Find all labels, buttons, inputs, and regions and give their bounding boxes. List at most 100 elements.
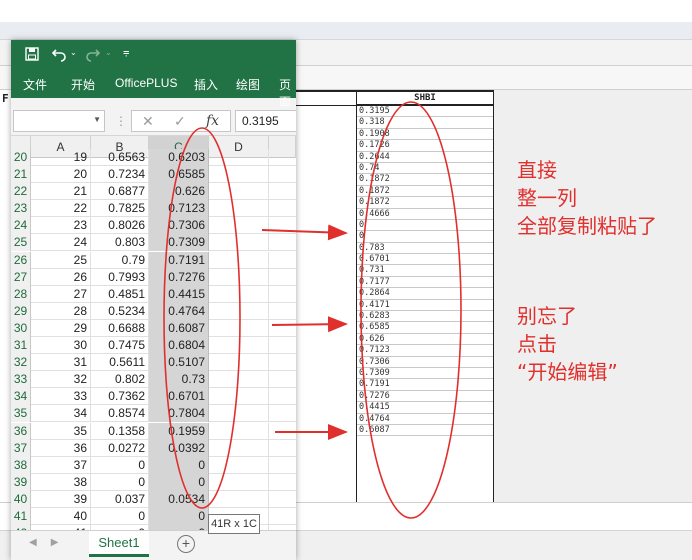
cell-a[interactable]: 21 (31, 183, 91, 201)
cell-a[interactable]: 24 (31, 234, 91, 252)
redo-icon[interactable] (85, 46, 101, 62)
redo-dropdown-icon[interactable]: ⌄ (105, 48, 112, 57)
cell-d[interactable] (209, 319, 269, 337)
row-header[interactable]: 26 (11, 251, 31, 269)
cell-c[interactable]: 0.4764 (149, 302, 209, 320)
cell-b[interactable]: 0 (91, 456, 149, 474)
cell-a[interactable]: 25 (31, 251, 91, 269)
row-header[interactable]: 41 (11, 508, 31, 525)
row-header[interactable]: 22 (11, 183, 31, 201)
cell-d[interactable] (209, 285, 269, 303)
row-header[interactable]: 31 (11, 337, 31, 354)
undo-icon[interactable] (51, 46, 67, 62)
cell-d[interactable] (209, 217, 269, 235)
cell-d[interactable] (209, 183, 269, 201)
cell-d[interactable] (209, 354, 269, 372)
cell-d[interactable] (209, 490, 269, 508)
cell-b[interactable]: 0 (91, 508, 149, 525)
save-icon[interactable] (25, 47, 39, 61)
cell-b[interactable]: 0.6688 (91, 319, 149, 337)
name-box[interactable]: ▼ (13, 110, 105, 132)
cell-d[interactable] (209, 473, 269, 491)
shbi-data-column[interactable]: SHBI 0.3195 0.318 0.1908 0.1726 0.2644 0.74 0.… (356, 90, 494, 502)
cell-b[interactable]: 0.79 (91, 251, 149, 269)
row-header[interactable]: 27 (11, 268, 31, 286)
insert-function-icon[interactable]: fx (206, 113, 219, 129)
cell-a[interactable]: 27 (31, 285, 91, 303)
cell-c[interactable]: 0.5107 (149, 354, 209, 372)
cell-b[interactable]: 0.7475 (91, 337, 149, 354)
row-header[interactable]: 34 (11, 388, 31, 406)
row-header[interactable]: 29 (11, 302, 31, 320)
cell-c[interactable]: 0.0534 (149, 490, 209, 508)
cell-a[interactable]: 26 (31, 268, 91, 286)
shbi-column-header[interactable]: SHBI (357, 90, 493, 106)
add-sheet-button[interactable]: + (177, 535, 195, 553)
row-header[interactable]: 21 (11, 166, 31, 183)
chevron-down-icon[interactable]: ▼ (93, 115, 101, 124)
cell-d[interactable] (209, 149, 269, 166)
cell-c[interactable]: 0.6585 (149, 166, 209, 183)
enter-icon[interactable]: ✓ (174, 113, 186, 130)
cell-d[interactable] (209, 439, 269, 457)
tab-file[interactable]: 文件 (23, 76, 47, 93)
customize-qat-icon[interactable]: ⩦ (123, 46, 129, 59)
cell-b[interactable]: 0.037 (91, 490, 149, 508)
cell-d[interactable] (209, 456, 269, 474)
cell-a[interactable]: 20 (31, 166, 91, 183)
row-header[interactable]: 33 (11, 371, 31, 389)
cell-d[interactable] (209, 251, 269, 269)
cell-c[interactable]: 0.626 (149, 183, 209, 201)
cell-b[interactable]: 0.0272 (91, 439, 149, 457)
cell-a[interactable]: 23 (31, 217, 91, 235)
cell-c[interactable]: 0.6087 (149, 319, 209, 337)
cell-a[interactable]: 31 (31, 354, 91, 372)
tab-home[interactable]: 开始 (71, 76, 95, 93)
cell-c[interactable]: 0.7276 (149, 268, 209, 286)
cell-b[interactable]: 0.7825 (91, 200, 149, 218)
cell-c[interactable]: 0.6804 (149, 337, 209, 354)
cell-b[interactable]: 0 (91, 473, 149, 491)
cell-a[interactable]: 38 (31, 473, 91, 491)
row-header[interactable]: 37 (11, 439, 31, 457)
cell-a[interactable]: 19 (31, 149, 91, 166)
row-header[interactable]: 24 (11, 217, 31, 235)
row-header[interactable]: 38 (11, 456, 31, 474)
row-header[interactable]: 20 (11, 149, 31, 166)
cell-b[interactable]: 0.6563 (91, 149, 149, 166)
cell-a[interactable]: 39 (31, 490, 91, 508)
row-header[interactable]: 28 (11, 285, 31, 303)
cell-a[interactable]: 30 (31, 337, 91, 354)
cell-b[interactable]: 0.1358 (91, 422, 149, 440)
cell-a[interactable]: 40 (31, 508, 91, 525)
cell-c[interactable]: 0 (149, 473, 209, 491)
cell-c[interactable]: 0.0392 (149, 439, 209, 457)
cell-d[interactable] (209, 268, 269, 286)
cell-c[interactable]: 0 (149, 508, 209, 525)
cell-b[interactable]: 0.4851 (91, 285, 149, 303)
cell-c[interactable]: 0 (149, 456, 209, 474)
cell-c[interactable]: 0.7804 (149, 405, 209, 423)
cell-b[interactable]: 0.803 (91, 234, 149, 252)
cell-a[interactable]: 29 (31, 319, 91, 337)
row-header[interactable]: 36 (11, 422, 31, 440)
row-header[interactable]: 39 (11, 473, 31, 491)
cell-b[interactable]: 0.5234 (91, 302, 149, 320)
cell-b[interactable]: 0.7362 (91, 388, 149, 406)
cell-b[interactable]: 0.7234 (91, 166, 149, 183)
cell-b[interactable]: 0.6877 (91, 183, 149, 201)
cell-d[interactable] (209, 337, 269, 354)
cell-d[interactable] (209, 302, 269, 320)
cell-a[interactable]: 22 (31, 200, 91, 218)
cancel-icon[interactable]: ✕ (142, 113, 154, 130)
cell-b[interactable]: 0.8026 (91, 217, 149, 235)
tab-draw[interactable]: 绘图 (236, 76, 260, 93)
cell-b[interactable]: 0.802 (91, 371, 149, 389)
cell-d[interactable] (209, 405, 269, 423)
cell-a[interactable]: 34 (31, 405, 91, 423)
formula-input[interactable]: 0.3195 (235, 110, 296, 132)
cell-c[interactable]: 0.1959 (149, 422, 209, 440)
cell-d[interactable] (209, 422, 269, 440)
cell-c[interactable]: 0.7191 (149, 251, 209, 269)
cell-c[interactable]: 0.73 (149, 371, 209, 389)
